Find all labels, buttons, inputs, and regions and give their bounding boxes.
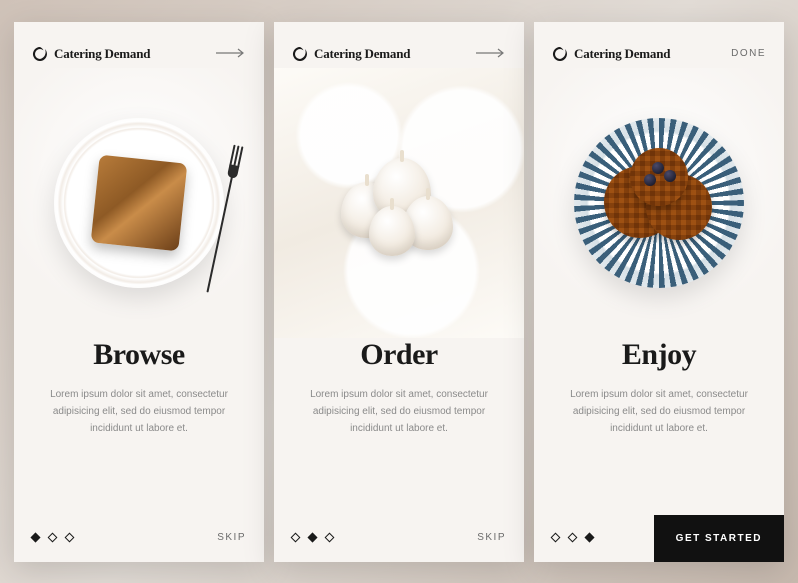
header: Catering Demand — [14, 22, 264, 68]
step-body: Lorem ipsum dolor sit amet, consectetur … — [302, 386, 496, 437]
page-dot[interactable] — [551, 533, 561, 543]
page-dot[interactable] — [65, 533, 75, 543]
brand: Catering Demand — [552, 46, 670, 62]
step-title: Order — [302, 338, 496, 372]
brand-name: Catering Demand — [314, 46, 410, 62]
hero-image — [274, 68, 524, 338]
hero-image — [14, 68, 264, 338]
onboarding-screen-1: Catering Demand Browse Lorem ipsum dolor… — [14, 22, 264, 562]
onboarding-stage: Catering Demand Browse Lorem ipsum dolor… — [14, 22, 784, 562]
food-illustration — [329, 148, 469, 268]
brand: Catering Demand — [292, 46, 410, 62]
fork-icon — [201, 144, 246, 294]
step-body: Lorem ipsum dolor sit amet, consectetur … — [562, 386, 756, 437]
content: Enjoy Lorem ipsum dolor sit amet, consec… — [534, 338, 784, 437]
next-arrow-icon[interactable] — [476, 45, 506, 63]
page-dot[interactable] — [325, 533, 335, 543]
done-button[interactable]: DONE — [731, 48, 766, 59]
page-indicator — [292, 534, 333, 541]
next-arrow-icon[interactable] — [216, 45, 246, 63]
page-indicator — [552, 534, 593, 541]
skip-button[interactable]: SKIP — [217, 532, 246, 543]
page-dot[interactable] — [308, 533, 318, 543]
step-title: Enjoy — [562, 338, 756, 372]
food-illustration — [574, 118, 744, 288]
get-started-button[interactable]: GET STARTED — [654, 515, 784, 562]
food-illustration — [54, 118, 224, 288]
header: Catering Demand — [274, 22, 524, 68]
brand: Catering Demand — [32, 46, 150, 62]
brand-name: Catering Demand — [574, 46, 670, 62]
skip-button[interactable]: SKIP — [477, 532, 506, 543]
page-indicator — [32, 534, 73, 541]
brand-name: Catering Demand — [54, 46, 150, 62]
onboarding-screen-3: Catering Demand DONE Enjoy Lorem ipsum d… — [534, 22, 784, 562]
page-dot[interactable] — [291, 533, 301, 543]
content: Order Lorem ipsum dolor sit amet, consec… — [274, 338, 524, 437]
step-title: Browse — [42, 338, 236, 372]
page-dot[interactable] — [48, 533, 58, 543]
brand-logo-icon — [292, 46, 308, 62]
onboarding-screen-2: Catering Demand Order Lorem ipsum dolor … — [274, 22, 524, 562]
page-dot[interactable] — [585, 533, 595, 543]
brand-logo-icon — [552, 46, 568, 62]
brand-logo-icon — [32, 46, 48, 62]
footer: SKIP — [274, 514, 524, 562]
page-dot[interactable] — [568, 533, 578, 543]
step-body: Lorem ipsum dolor sit amet, consectetur … — [42, 386, 236, 437]
page-dot[interactable] — [31, 533, 41, 543]
header: Catering Demand DONE — [534, 22, 784, 68]
footer: SKIP — [14, 514, 264, 562]
content: Browse Lorem ipsum dolor sit amet, conse… — [14, 338, 264, 437]
hero-image — [534, 68, 784, 338]
